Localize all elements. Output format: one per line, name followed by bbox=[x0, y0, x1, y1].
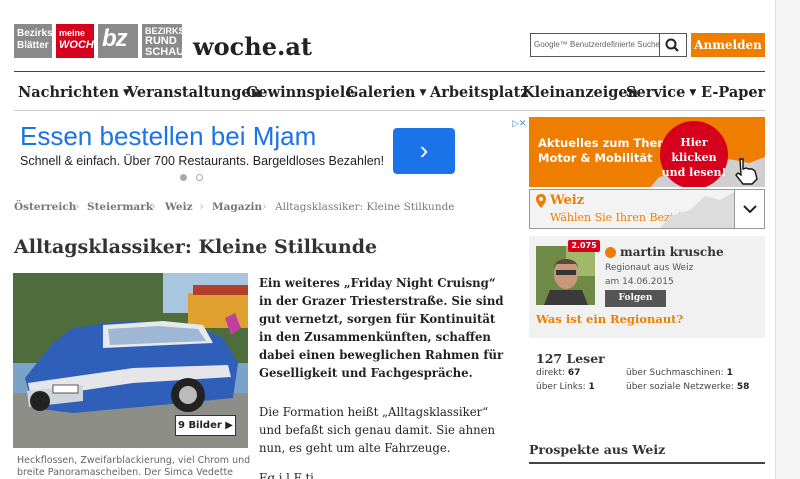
district-selector[interactable]: Weiz Wählen Sie Ihren Bezirk bbox=[529, 189, 765, 229]
logo-text: RUND SCHAU bbox=[145, 35, 185, 58]
nav-label: Nachrichten bbox=[18, 84, 120, 101]
stat-label: über soziale Netzwerke: bbox=[626, 382, 734, 392]
points-badge: 2.075 bbox=[568, 240, 600, 252]
motor-banner[interactable]: Aktuelles zum Thema Motor & Mobilität Hie… bbox=[529, 117, 765, 187]
banner-line: Motor & Mobilität bbox=[538, 151, 653, 165]
author-role: Regionaut aus Weiz bbox=[605, 263, 694, 273]
nav-item-veranstaltungen[interactable]: Veranstaltungen bbox=[127, 84, 261, 101]
caret-down-icon: ▼ bbox=[689, 88, 697, 98]
stat-links: über Links: 1 bbox=[536, 382, 595, 392]
district-dropdown-button[interactable] bbox=[734, 190, 765, 228]
rundschau-logo[interactable]: BEZIRKS RUND SCHAU bbox=[142, 24, 185, 58]
search-button[interactable] bbox=[660, 33, 687, 57]
location-pin-icon bbox=[536, 194, 546, 208]
search-icon bbox=[665, 38, 679, 52]
author-since: am 14.06.2015 bbox=[605, 277, 674, 287]
article-paragraph: Die Formation heißt „Alltagsklassiker“ u… bbox=[259, 405, 496, 455]
bz-logo[interactable]: bz bbox=[98, 24, 138, 58]
logo-text: WOCHE bbox=[59, 39, 102, 51]
stat-value: 58 bbox=[736, 382, 750, 392]
hand-cursor-icon bbox=[735, 158, 758, 185]
meinewoche-logo[interactable]: meine WOCHE bbox=[56, 24, 102, 58]
stat-direct: direkt: 67 bbox=[536, 368, 580, 378]
stat-social: über soziale Netzwerke: 58 bbox=[626, 382, 749, 392]
reader-count: 127 Leser bbox=[536, 351, 605, 366]
district-current[interactable]: Weiz Wählen Sie Ihren Bezirk bbox=[530, 190, 734, 228]
nav-item-gewinnspiele[interactable]: Gewinnspiele bbox=[246, 84, 354, 101]
vertical-scrollbar[interactable] bbox=[775, 0, 800, 479]
carousel-dot[interactable] bbox=[196, 174, 203, 181]
breadcrumb-separator: › bbox=[262, 199, 267, 213]
nav-item-nachrichten[interactable]: Nachrichten ▼ bbox=[18, 84, 130, 101]
stat-value: 67 bbox=[567, 368, 581, 378]
banner-line: Aktuelles zum Thema bbox=[538, 136, 678, 150]
logo-text: bz bbox=[102, 25, 128, 52]
ad-arrow-button[interactable]: › bbox=[393, 128, 455, 174]
avatar-image bbox=[536, 246, 595, 305]
site-title[interactable]: woche.at bbox=[193, 32, 312, 61]
avatar[interactable] bbox=[536, 246, 595, 305]
nav-item-kleinanzeigen[interactable]: Kleinanzeigen bbox=[522, 84, 638, 101]
photo-caption: Heckflossen, Zweifarblackierung, viel Ch… bbox=[17, 455, 251, 478]
article-paragraph: Eg i l F ti bbox=[259, 471, 314, 479]
caret-down-icon: ▼ bbox=[419, 88, 427, 98]
header-divider bbox=[14, 71, 765, 72]
stat-search: über Suchmaschinen: 1 bbox=[626, 368, 733, 378]
gallery-button[interactable]: 9 Bilder ▶ bbox=[175, 415, 236, 436]
article-lead: Ein weiteres „Friday Night Cruisng“ in d… bbox=[259, 276, 504, 380]
nav-label: Service bbox=[626, 84, 686, 101]
district-name: Weiz bbox=[550, 193, 585, 208]
breadcrumb-separator: › bbox=[151, 199, 156, 213]
prospekte-heading: Prospekte aus Weiz bbox=[529, 442, 666, 457]
nav-divider bbox=[14, 110, 765, 111]
stat-label: über Suchmaschinen: bbox=[626, 368, 724, 378]
nav-item-arbeitsplatz[interactable]: Arbeitsplatz bbox=[430, 84, 529, 101]
search-input[interactable]: Google™ Benutzerdefinierte Suche bbox=[530, 33, 660, 57]
play-icon: ▶ bbox=[225, 420, 233, 431]
breadcrumb-item[interactable]: Steiermark bbox=[87, 201, 153, 213]
ad-subtitle: Schnell & einfach. Über 700 Restaurants.… bbox=[20, 154, 385, 168]
breadcrumb-current: Alltagsklassiker: Kleine Stilkunde bbox=[275, 201, 455, 213]
gallery-button-label: 9 Bilder bbox=[178, 420, 222, 431]
bezirksblaetter-logo[interactable]: Bezirks Blätter bbox=[14, 24, 53, 58]
nav-item-galerien[interactable]: Galerien ▼ bbox=[346, 84, 426, 101]
chevron-down-icon bbox=[743, 205, 757, 214]
banner-text: Aktuelles zum Thema Motor & Mobilität bbox=[538, 136, 677, 166]
carousel-dot-active[interactable] bbox=[180, 174, 187, 181]
breadcrumb-separator: › bbox=[75, 199, 80, 213]
banner-circle[interactable]: Hier klicken und lesen! bbox=[660, 121, 728, 187]
advertisement[interactable]: Essen bestellen bei Mjam Schnell & einfa… bbox=[13, 117, 526, 189]
stat-label: direkt: bbox=[536, 368, 566, 378]
ad-title[interactable]: Essen bestellen bei Mjam bbox=[20, 121, 316, 152]
regionaut-info-link[interactable]: Was ist ein Regionaut? bbox=[536, 312, 683, 326]
nav-item-service[interactable]: Service ▼ bbox=[626, 84, 696, 101]
follow-button[interactable]: Folgen bbox=[605, 290, 666, 307]
banner-circle-line: Hier klicken bbox=[671, 136, 717, 164]
district-map-icon bbox=[660, 192, 734, 228]
breadcrumb-item[interactable]: Magazin bbox=[212, 201, 262, 213]
banner-circle-line: und lesen! bbox=[661, 166, 727, 179]
stat-value: 1 bbox=[588, 382, 595, 392]
logo-text: Bezirks Blätter bbox=[17, 28, 53, 51]
login-button[interactable]: Anmelden bbox=[691, 33, 765, 57]
logo-text: meine bbox=[59, 28, 86, 38]
stat-label: über Links: bbox=[536, 382, 586, 392]
breadcrumb-item[interactable]: Weiz bbox=[165, 201, 193, 213]
author-name[interactable]: martin krusche bbox=[620, 245, 724, 259]
article-title: Alltagsklassiker: Kleine Stilkunde bbox=[14, 236, 378, 258]
regionaut-icon bbox=[605, 247, 616, 258]
breadcrumb-item[interactable]: Österreich bbox=[14, 201, 76, 213]
breadcrumb-separator: › bbox=[199, 199, 204, 213]
nav-item-epaper[interactable]: E-Paper bbox=[701, 84, 765, 101]
nav-label: Galerien bbox=[346, 84, 416, 101]
prospekte-divider bbox=[529, 462, 765, 464]
stat-value: 1 bbox=[726, 368, 733, 378]
